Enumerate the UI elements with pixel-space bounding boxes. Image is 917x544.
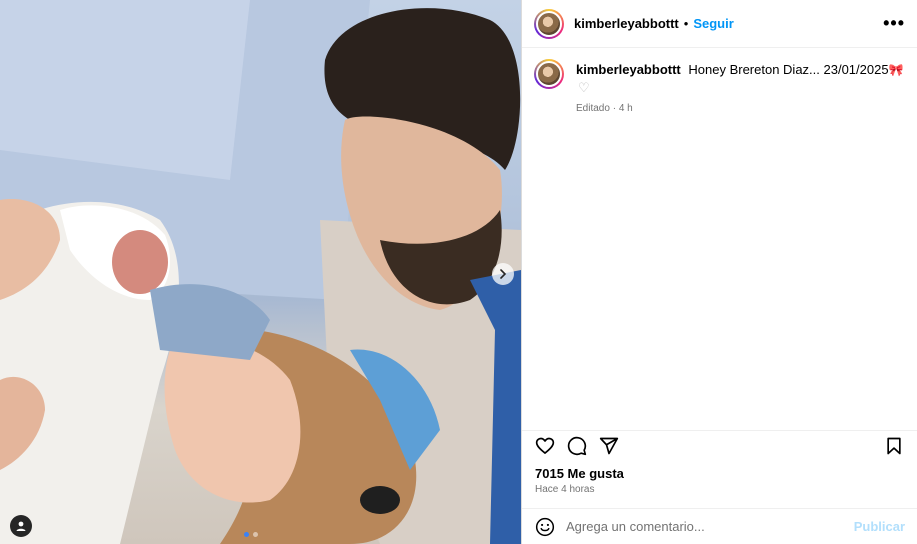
post-photo xyxy=(0,0,521,544)
ribbon-emoji: 🎀 xyxy=(888,63,904,77)
more-options-button[interactable]: ••• xyxy=(883,13,905,34)
carousel-dot xyxy=(253,532,258,537)
comment-icon xyxy=(567,436,587,455)
user-tag-icon xyxy=(16,521,26,531)
caption-like-icon[interactable]: ♡ xyxy=(578,80,590,95)
like-button[interactable] xyxy=(534,435,556,457)
post-panel: kimberleyabbottt • Seguir ••• kimberleya… xyxy=(521,0,917,544)
post-timestamp[interactable]: Hace 4 horas xyxy=(535,484,594,495)
share-icon xyxy=(599,437,619,454)
carousel-indicator xyxy=(244,532,258,537)
post-username[interactable]: kimberleyabbottt xyxy=(574,16,679,31)
caption-username[interactable]: kimberleyabbottt xyxy=(576,62,681,77)
tagged-users-button[interactable] xyxy=(10,515,32,537)
chevron-right-icon xyxy=(500,269,507,279)
edited-label: Editado xyxy=(576,103,610,114)
meta-separator: · xyxy=(612,103,617,114)
emoji-button[interactable] xyxy=(534,516,556,538)
comment-input[interactable] xyxy=(566,519,854,534)
edited-time: 4 h xyxy=(618,103,633,114)
caption-avatar[interactable] xyxy=(534,59,564,89)
caption: kimberleyabbottt Honey Brereton Diaz... … xyxy=(522,48,917,114)
save-button[interactable] xyxy=(883,435,905,457)
heart-icon xyxy=(535,437,555,454)
carousel-dot xyxy=(244,532,249,537)
share-button[interactable] xyxy=(598,435,620,457)
follow-button[interactable]: Seguir xyxy=(693,16,733,31)
publish-button[interactable]: Publicar xyxy=(854,519,905,534)
emoji-icon xyxy=(535,517,555,536)
next-photo-button[interactable] xyxy=(492,263,514,285)
actions-bar xyxy=(522,430,917,460)
comment-button[interactable] xyxy=(566,435,588,457)
caption-text: Honey Brereton Diaz... 23/01/2025 xyxy=(688,62,889,77)
avatar[interactable] xyxy=(534,8,564,39)
post-media[interactable] xyxy=(0,0,521,544)
comment-composer: Publicar xyxy=(522,508,917,544)
caption-meta: Editado · 4 h xyxy=(576,103,905,114)
bookmark-icon xyxy=(887,437,901,454)
post-header: kimberleyabbottt • Seguir ••• xyxy=(522,0,917,48)
like-count[interactable]: 7015 Me gusta xyxy=(535,466,624,481)
separator: • xyxy=(683,16,689,31)
